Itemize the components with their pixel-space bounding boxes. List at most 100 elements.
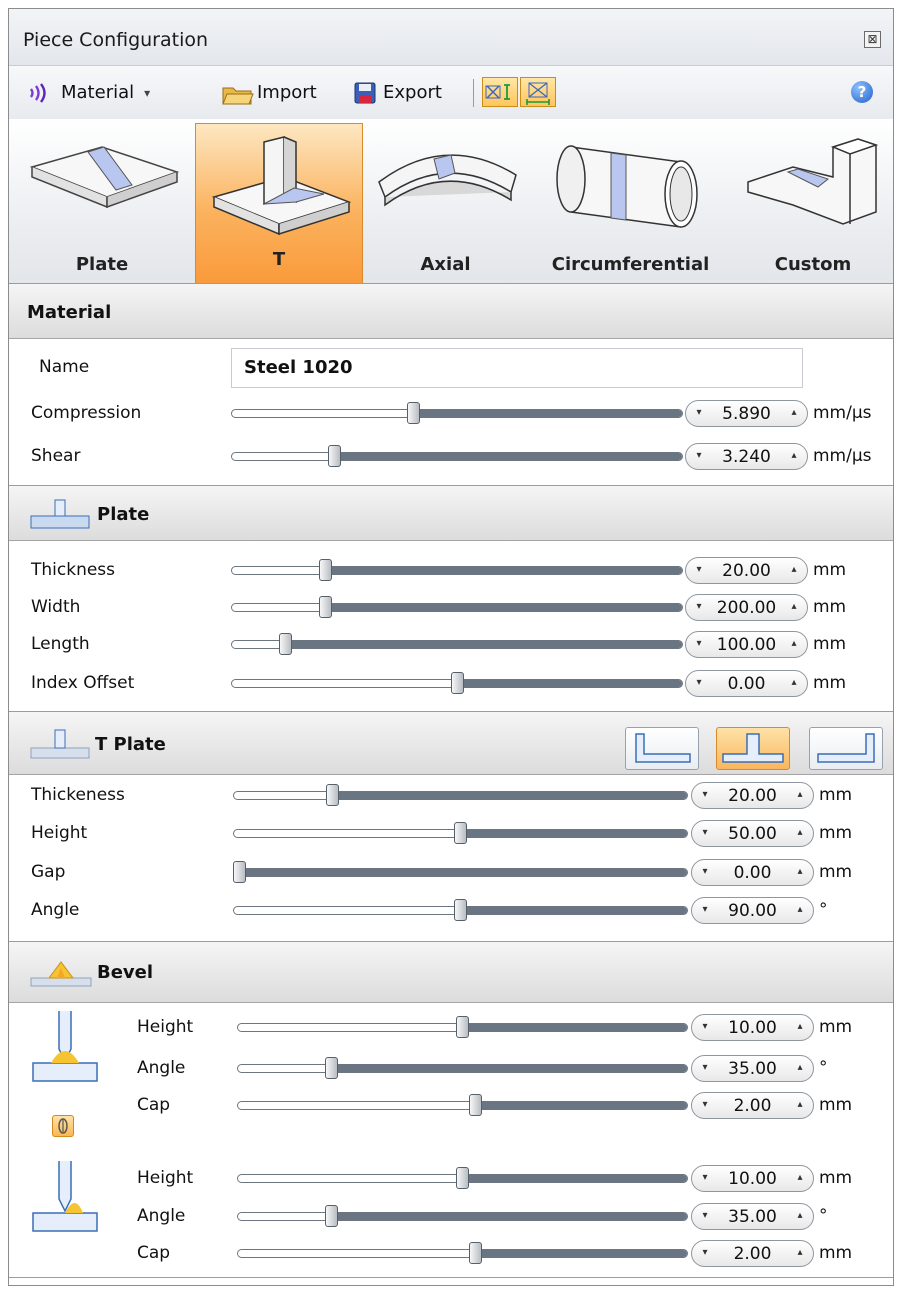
index-offset-value[interactable]: 0.00 [706, 674, 787, 694]
material-name-field[interactable]: Steel 1020 [231, 348, 803, 388]
shear-slider-track[interactable] [231, 452, 683, 461]
thickeness-spinner[interactable]: ▾ 20.00 ▴ [691, 782, 814, 809]
spin-up-icon[interactable]: ▴ [791, 1017, 809, 1036]
shear-slider-thumb[interactable] [327, 445, 341, 467]
t-layout-left-button[interactable] [625, 727, 699, 770]
bevel1-cap-spinner[interactable]: ▾ 2.00 ▴ [691, 1092, 814, 1119]
compression-spinner[interactable]: ▾ 5.890 ▴ [685, 400, 808, 427]
bevel1-angle-spinner[interactable]: ▾ 35.00 ▴ [691, 1055, 814, 1082]
gap-slider-track[interactable] [233, 868, 688, 877]
material-section-header[interactable]: Material [9, 283, 893, 339]
height-value[interactable]: 50.00 [712, 824, 793, 844]
compression-slider-track[interactable] [231, 409, 683, 418]
bevel2-height-slider-thumb[interactable] [456, 1167, 469, 1189]
material-dropdown[interactable]: Material ▾ [27, 66, 150, 119]
bevel2-height-value[interactable]: 10.00 [712, 1169, 793, 1189]
t-layout-right-button[interactable] [809, 727, 883, 770]
spin-up-icon[interactable]: ▴ [791, 862, 809, 881]
index-offset-spinner[interactable]: ▾ 0.00 ▴ [685, 670, 808, 697]
spin-up-icon[interactable]: ▴ [791, 823, 809, 842]
thickness-slider-track[interactable] [231, 566, 683, 575]
bevel2-cap-value[interactable]: 2.00 [712, 1244, 793, 1264]
gap-value[interactable]: 0.00 [712, 863, 793, 883]
compression-slider-thumb[interactable] [406, 402, 420, 424]
spin-up-icon[interactable]: ▴ [791, 1206, 809, 1225]
thickness-unit: mm [813, 560, 847, 580]
spin-up-icon[interactable]: ▴ [791, 785, 809, 804]
gallery-item-plate[interactable]: Plate [9, 119, 195, 289]
spin-up-icon[interactable]: ▴ [785, 446, 803, 465]
bevel2-height-label: Height [137, 1168, 194, 1188]
t-layout-center-button[interactable] [716, 727, 790, 770]
shear-spinner[interactable]: ▾ 3.240 ▴ [685, 443, 808, 470]
bevel1-height-value[interactable]: 10.00 [712, 1018, 793, 1038]
spin-up-icon[interactable]: ▴ [785, 403, 803, 422]
gap-spinner[interactable]: ▾ 0.00 ▴ [691, 859, 814, 886]
length-slider-track[interactable] [231, 640, 683, 649]
bevel2-height-spinner[interactable]: ▾ 10.00 ▴ [691, 1165, 814, 1192]
width-spinner[interactable]: ▾ 200.00 ▴ [685, 594, 808, 621]
spin-up-icon[interactable]: ▴ [785, 560, 803, 579]
bevel1-height-spinner[interactable]: ▾ 10.00 ▴ [691, 1014, 814, 1041]
height-spinner[interactable]: ▾ 50.00 ▴ [691, 820, 814, 847]
view-toggle-button-1[interactable] [482, 77, 518, 107]
spin-up-icon[interactable]: ▴ [785, 597, 803, 616]
spin-up-icon[interactable]: ▴ [791, 1095, 809, 1114]
slider-fill [332, 792, 687, 799]
thickness-spinner[interactable]: ▾ 20.00 ▴ [685, 557, 808, 584]
view-toggle-button-2[interactable] [520, 77, 556, 107]
bevel1-cap-slider-thumb[interactable] [469, 1094, 483, 1116]
bevel1-angle-slider-thumb[interactable] [324, 1057, 338, 1079]
height-slider-thumb[interactable] [454, 822, 467, 844]
bevel1-angle-label: Angle [137, 1058, 186, 1078]
bevel2-cap-slider-track[interactable] [237, 1249, 688, 1258]
bevel1-angle-slider-track[interactable] [237, 1064, 688, 1073]
thickeness-slider-thumb[interactable] [325, 784, 339, 806]
bevel1-angle-value[interactable]: 35.00 [712, 1059, 793, 1079]
thickness-value[interactable]: 20.00 [706, 561, 787, 581]
index-offset-slider-thumb[interactable] [450, 672, 464, 694]
shear-value[interactable]: 3.240 [706, 447, 787, 467]
spin-up-icon[interactable]: ▴ [791, 1243, 809, 1262]
bevel2-angle-spinner[interactable]: ▾ 35.00 ▴ [691, 1203, 814, 1230]
length-slider-thumb[interactable] [279, 633, 293, 655]
thickness-slider-thumb[interactable] [318, 559, 332, 581]
import-button[interactable]: Import [221, 66, 317, 119]
width-value[interactable]: 200.00 [706, 598, 787, 618]
spin-up-icon[interactable]: ▴ [791, 1058, 809, 1077]
length-value[interactable]: 100.00 [706, 635, 787, 655]
thickeness-value[interactable]: 20.00 [712, 786, 793, 806]
angle-value[interactable]: 90.00 [712, 901, 793, 921]
bevel1-height-unit: mm [819, 1017, 853, 1037]
export-button[interactable]: Export [353, 66, 442, 119]
close-icon[interactable]: ⊠ [864, 31, 881, 48]
angle-slider-thumb[interactable] [454, 899, 467, 921]
angle-spinner[interactable]: ▾ 90.00 ▴ [691, 897, 814, 924]
bevel-section-header[interactable]: Bevel [9, 941, 893, 1003]
bevel1-height-slider-thumb[interactable] [456, 1016, 469, 1038]
spin-up-icon[interactable]: ▴ [785, 634, 803, 653]
thickeness-slider-track[interactable] [233, 791, 688, 800]
spin-up-icon[interactable]: ▴ [791, 900, 809, 919]
bevel1-cap-value[interactable]: 2.00 [712, 1096, 793, 1116]
plate-section-header[interactable]: Plate [9, 485, 893, 541]
bevel2-cap-slider-thumb[interactable] [469, 1242, 483, 1264]
spin-up-icon[interactable]: ▴ [791, 1168, 809, 1187]
length-spinner[interactable]: ▾ 100.00 ▴ [685, 631, 808, 658]
gap-slider-thumb[interactable] [233, 861, 246, 883]
gallery-item-axial[interactable]: Axial [363, 119, 528, 289]
gallery-item-custom[interactable]: Custom [733, 119, 893, 289]
help-icon[interactable]: ? [851, 81, 873, 103]
bevel1-angle-unit: ° [819, 1058, 828, 1078]
bevel2-cap-spinner[interactable]: ▾ 2.00 ▴ [691, 1240, 814, 1267]
bevel2-angle-value[interactable]: 35.00 [712, 1207, 793, 1227]
bevel1-cap-slider-track[interactable] [237, 1101, 688, 1110]
bevel2-angle-slider-thumb[interactable] [324, 1205, 338, 1227]
width-slider-thumb[interactable] [318, 596, 332, 618]
gallery-item-t[interactable]: T [195, 123, 363, 285]
spin-up-icon[interactable]: ▴ [785, 673, 803, 692]
bevel2-angle-slider-track[interactable] [237, 1212, 688, 1221]
compression-value[interactable]: 5.890 [706, 404, 787, 424]
gallery-item-circumferential[interactable]: Circumferential [528, 119, 733, 289]
width-slider-track[interactable] [231, 603, 683, 612]
